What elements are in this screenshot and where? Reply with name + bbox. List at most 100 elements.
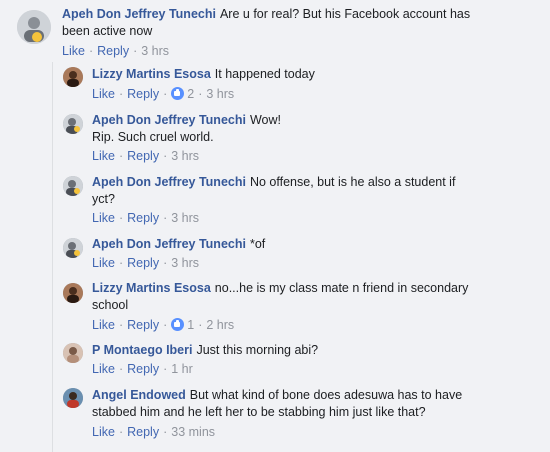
thumbs-up-icon xyxy=(171,87,185,100)
reply-body: Lizzy Martins Esosa no...he is my class m… xyxy=(92,280,532,314)
timestamp[interactable]: 1 hr xyxy=(171,362,193,376)
reply-text-continued: school xyxy=(92,298,129,312)
reaction-number: 2 xyxy=(187,87,195,101)
reply-text: It happened today xyxy=(214,67,315,81)
comment-author[interactable]: Apeh Don Jeffrey Tunechi xyxy=(62,7,216,21)
reply-actions: Like · Reply · 3 hrs xyxy=(92,148,199,164)
reply-text-continued: yct? xyxy=(92,192,115,206)
reply-actions: Like · Reply · 2 · 3 hrs xyxy=(92,86,234,102)
reply-button[interactable]: Reply xyxy=(127,318,159,332)
reply-text: But what kind of bone does adesuwa has t… xyxy=(189,388,463,402)
separator: · xyxy=(118,425,124,439)
separator: · xyxy=(163,362,168,376)
reply-text: No offense, but is he also a student if xyxy=(249,175,456,189)
like-button[interactable]: Like xyxy=(92,425,115,439)
reply-text-continued: stabbed him and he left her to be stabbi… xyxy=(92,405,426,419)
reply-body: Lizzy Martins Esosa It happened today xyxy=(92,66,532,83)
like-button[interactable]: Like xyxy=(92,362,115,376)
like-button[interactable]: Like xyxy=(92,87,115,101)
reply-body: P Montaego Iberi Just this morning abi? xyxy=(92,342,532,359)
reply-actions: Like · Reply · 33 mins xyxy=(92,424,215,440)
reply-body: Angel Endowed But what kind of bone does … xyxy=(92,387,542,421)
separator: · xyxy=(163,425,168,439)
reply-button[interactable]: Reply xyxy=(127,425,159,439)
reaction-count[interactable]: 1 xyxy=(171,318,194,332)
comment-text-continued: been active now xyxy=(62,24,153,38)
timestamp[interactable]: 3 hrs xyxy=(141,44,169,58)
like-button[interactable]: Like xyxy=(92,149,115,163)
reply-body: Apeh Don Jeffrey Tunechi Wow! Rip. Such c… xyxy=(92,112,532,146)
thumbs-up-icon xyxy=(171,318,185,331)
timestamp[interactable]: 3 hrs xyxy=(171,149,199,163)
reply-button[interactable]: Reply xyxy=(127,362,159,376)
separator: · xyxy=(118,256,124,270)
reply-text-continued: Rip. Such cruel world. xyxy=(92,130,214,144)
separator: · xyxy=(118,149,124,163)
like-button[interactable]: Like xyxy=(62,44,85,58)
comment-thread: Apeh Don Jeffrey Tunechi Are u for real? … xyxy=(0,0,550,62)
timestamp[interactable]: 3 hrs xyxy=(206,87,234,101)
reply-author[interactable]: P Montaego Iberi xyxy=(92,343,192,357)
separator: · xyxy=(163,149,168,163)
avatar[interactable] xyxy=(63,67,83,87)
comment-actions: Like · Reply · 3 hrs xyxy=(62,43,169,59)
reply-button[interactable]: Reply xyxy=(127,87,159,101)
reaction-number: 1 xyxy=(187,318,195,332)
separator: · xyxy=(118,87,124,101)
reply-author[interactable]: Apeh Don Jeffrey Tunechi xyxy=(92,237,246,251)
comment-text: Are u for real? But his Facebook account… xyxy=(219,7,471,21)
reply-item: Lizzy Martins Esosa no...he is my class m… xyxy=(0,277,550,335)
avatar[interactable] xyxy=(17,10,51,44)
reply-actions: Like · Reply · 3 hrs xyxy=(92,255,199,271)
avatar[interactable] xyxy=(63,388,83,408)
timestamp[interactable]: 3 hrs xyxy=(171,256,199,270)
separator: · xyxy=(163,256,168,270)
reply-item: Apeh Don Jeffrey Tunechi Wow! Rip. Such c… xyxy=(0,108,550,166)
reply-item: Apeh Don Jeffrey Tunechi *of Like · Reply · 3… xyxy=(0,232,550,274)
separator: · xyxy=(163,87,168,101)
separator: · xyxy=(88,44,94,58)
reaction-count[interactable]: 2 xyxy=(171,87,194,101)
reply-author[interactable]: Lizzy Martins Esosa xyxy=(92,67,211,81)
reply-body: Apeh Don Jeffrey Tunechi *of xyxy=(92,236,532,253)
reply-text: Just this morning abi? xyxy=(196,343,319,357)
reply-button[interactable]: Reply xyxy=(127,256,159,270)
separator: · xyxy=(118,211,124,225)
timestamp[interactable]: 3 hrs xyxy=(171,211,199,225)
reply-item: P Montaego Iberi Just this morning abi? L… xyxy=(0,339,550,381)
reply-button[interactable]: Reply xyxy=(127,211,159,225)
like-button[interactable]: Like xyxy=(92,211,115,225)
reply-author[interactable]: Angel Endowed xyxy=(92,388,186,402)
reply-button[interactable]: Reply xyxy=(97,44,129,58)
reply-author[interactable]: Apeh Don Jeffrey Tunechi xyxy=(92,175,246,189)
reply-author[interactable]: Apeh Don Jeffrey Tunechi xyxy=(92,113,246,127)
reply-item: Angel Endowed But what kind of bone does … xyxy=(0,383,550,452)
avatar[interactable] xyxy=(63,176,83,196)
reply-actions: Like · Reply · 3 hrs xyxy=(92,210,199,226)
avatar[interactable] xyxy=(63,114,83,134)
like-button[interactable]: Like xyxy=(92,256,115,270)
reply-text: Wow! xyxy=(249,113,281,127)
separator: · xyxy=(118,318,124,332)
like-button[interactable]: Like xyxy=(92,318,115,332)
reply-button[interactable]: Reply xyxy=(127,149,159,163)
timestamp[interactable]: 2 hrs xyxy=(206,318,234,332)
separator: · xyxy=(198,87,203,101)
separator: · xyxy=(163,318,168,332)
avatar[interactable] xyxy=(63,283,83,303)
avatar[interactable] xyxy=(63,238,83,258)
reply-text: *of xyxy=(249,237,266,251)
separator: · xyxy=(198,318,203,332)
avatar[interactable] xyxy=(63,343,83,363)
comment-body: Apeh Don Jeffrey Tunechi Are u for real? … xyxy=(62,6,532,40)
separator: · xyxy=(163,211,168,225)
separator: · xyxy=(133,44,138,58)
reply-actions: Like · Reply · 1 hr xyxy=(92,361,193,377)
reply-item: Apeh Don Jeffrey Tunechi No offense, but … xyxy=(0,170,550,228)
reply-actions: Like · Reply · 1 · 2 hrs xyxy=(92,317,234,333)
reply-author[interactable]: Lizzy Martins Esosa xyxy=(92,281,211,295)
timestamp[interactable]: 33 mins xyxy=(171,425,215,439)
separator: · xyxy=(118,362,124,376)
reply-text: no...he is my class mate n friend in sec… xyxy=(214,281,469,295)
reply-item: Lizzy Martins Esosa It happened today Lik… xyxy=(0,62,550,106)
